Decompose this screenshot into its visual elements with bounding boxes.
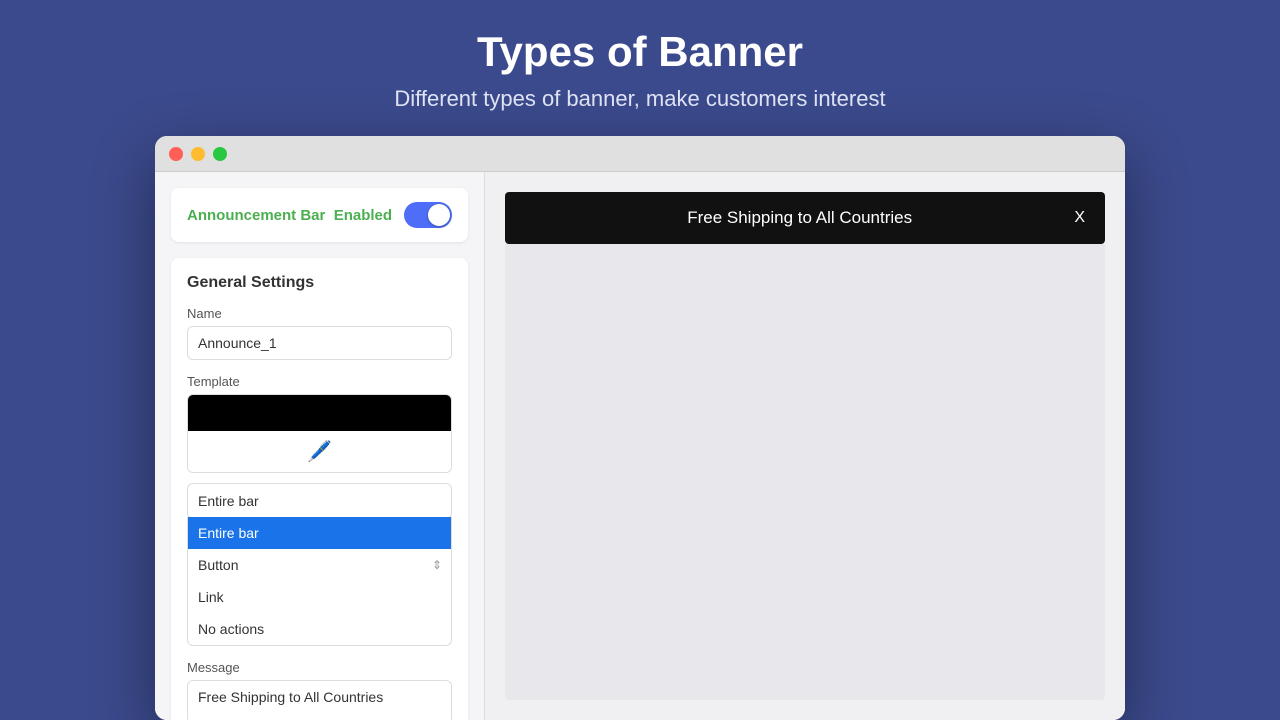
page-subtitle: Different types of banner, make customer… [394, 86, 885, 112]
banner-close-button[interactable]: X [1074, 209, 1085, 227]
template-dropdown-container: Entire bar ⇕ Entire bar Button Link No a… [187, 483, 452, 646]
toggle-track [404, 202, 452, 228]
page-title: Types of Banner [477, 28, 803, 76]
window-content: Announcement Bar Enabled General Setting… [155, 172, 1125, 720]
mac-window: Announcement Bar Enabled General Setting… [155, 136, 1125, 720]
dropdown-option-link[interactable]: Link [188, 581, 451, 613]
maximize-window-button[interactable] [213, 147, 227, 161]
template-icon: 🖊️ [307, 439, 332, 464]
announcement-bar-toggle-row: Announcement Bar Enabled [171, 188, 468, 242]
dropdown-option-entire-bar[interactable]: Entire bar [188, 517, 451, 549]
message-field-label: Message [187, 660, 452, 675]
preview-body [505, 244, 1105, 700]
left-panel: Announcement Bar Enabled General Setting… [155, 172, 485, 720]
toggle-thumb [428, 204, 450, 226]
general-settings-panel: General Settings Name Template 🖊️ [171, 258, 468, 720]
template-preview: 🖊️ [187, 394, 452, 473]
name-input[interactable] [187, 326, 452, 360]
template-section: Template 🖊️ [187, 374, 452, 473]
dropdown-option-no-actions[interactable]: No actions [188, 613, 451, 645]
minimize-window-button[interactable] [191, 147, 205, 161]
announcement-bar-label: Announcement Bar Enabled [187, 207, 392, 224]
template-field-label: Template [187, 374, 452, 389]
close-window-button[interactable] [169, 147, 183, 161]
preview-banner: Free Shipping to All Countries X [505, 192, 1105, 244]
message-textarea[interactable]: Free Shipping to All Countries [187, 680, 452, 720]
banner-text: Free Shipping to All Countries [525, 208, 1074, 228]
dropdown-option-button[interactable]: Button [188, 549, 451, 581]
dropdown-options-list: Entire bar Button Link No actions [187, 517, 452, 646]
name-field-label: Name [187, 306, 452, 321]
template-icon-bar: 🖊️ [188, 431, 451, 472]
announcement-bar-toggle[interactable] [404, 202, 452, 228]
template-dropdown[interactable]: Entire bar [187, 483, 452, 519]
mac-titlebar [155, 136, 1125, 172]
settings-title: General Settings [187, 274, 452, 292]
message-section: Message Free Shipping to All Countries [187, 660, 452, 720]
dropdown-selected-label: Entire bar [198, 493, 259, 509]
right-panel: Free Shipping to All Countries X [485, 172, 1125, 720]
template-black-bar [188, 395, 451, 431]
